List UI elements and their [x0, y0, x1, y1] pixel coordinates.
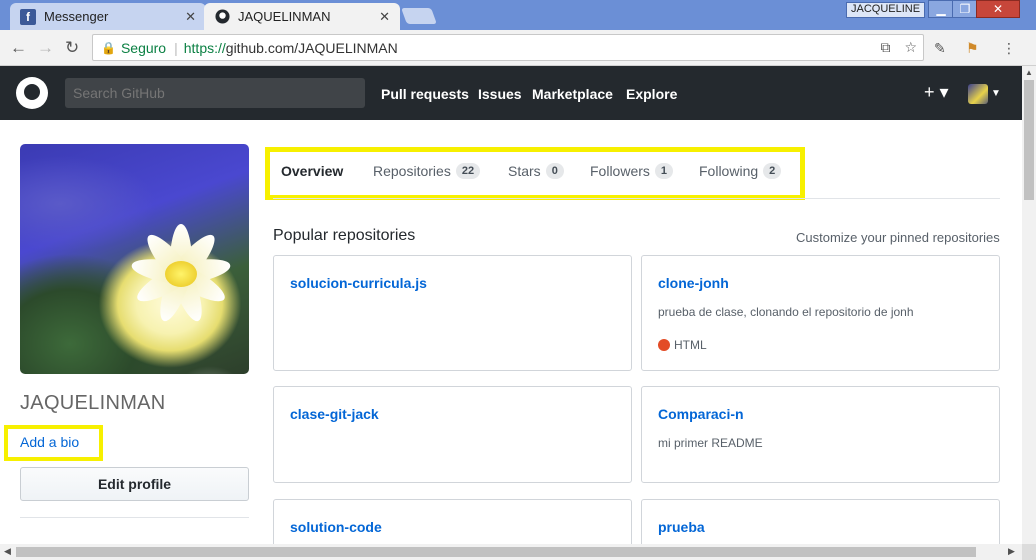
repo-description: mi primer README	[658, 436, 763, 450]
tab-label: Overview	[281, 163, 344, 179]
tab-counter: 2	[763, 163, 782, 179]
github-icon	[214, 9, 230, 25]
tab-counter: 1	[654, 163, 674, 179]
tab-label: Stars	[508, 163, 541, 179]
create-new-dropdown[interactable]: + ▾	[924, 82, 949, 103]
translate-icon[interactable]: ⧉	[881, 39, 891, 55]
bookmark-star-icon[interactable]: ☆	[904, 39, 917, 55]
scroll-right-icon[interactable]: ▶	[1008, 546, 1015, 557]
repo-card: clase-git-jack	[273, 386, 632, 483]
nav-explore[interactable]: Explore	[626, 86, 677, 102]
add-bio-link[interactable]: Add a bio	[20, 434, 79, 450]
github-logo-icon[interactable]	[16, 77, 48, 109]
nav-issues[interactable]: Issues	[478, 86, 522, 102]
tab-repositories[interactable]: Repositories 22	[373, 163, 481, 179]
tab-label: Following	[699, 163, 759, 179]
repo-name-link[interactable]: prueba	[658, 519, 705, 535]
repo-name-link[interactable]: solution-code	[290, 519, 382, 535]
repo-language: HTML	[658, 338, 707, 352]
language-label: HTML	[674, 338, 707, 352]
url-path: github.com/JAQUELINMAN	[225, 39, 398, 56]
close-tab-icon[interactable]: ✕	[379, 9, 390, 25]
browser-tabstrip: f Messenger ✕ JAQUELINMAN ✕ JACQUELINE ▁…	[0, 0, 1036, 30]
vertical-scrollbar[interactable]: ▲	[1022, 66, 1036, 544]
forward-icon[interactable]: →	[37, 38, 54, 58]
tab-label: Followers	[590, 163, 650, 179]
profile-username: JAQUELINMAN	[20, 392, 166, 414]
edit-profile-button[interactable]: Edit profile	[20, 467, 249, 501]
browser-toolbar: ← → ↻ 🔒 Seguro | https://github.com/JAQU…	[0, 30, 1036, 66]
minimize-icon[interactable]: ▁	[928, 0, 954, 18]
repo-card: clone-jonh prueba de clase, clonando el …	[641, 255, 1000, 371]
tab-overview[interactable]: Overview	[281, 163, 343, 179]
repo-description: prueba de clase, clonando el repositorio…	[658, 305, 914, 319]
nav-pull-requests[interactable]: Pull requests	[381, 86, 469, 102]
browser-tab-messenger[interactable]: f Messenger ✕	[10, 3, 206, 30]
language-color-dot	[658, 339, 670, 351]
browser-profile-chip[interactable]: JACQUELINE	[846, 2, 926, 18]
separator: |	[174, 39, 178, 56]
reload-icon[interactable]: ↻	[65, 38, 79, 58]
address-bar[interactable]: 🔒 Seguro | https://github.com/JAQUELINMA…	[92, 34, 924, 61]
divider	[20, 517, 249, 518]
tab-title: Messenger	[44, 9, 109, 24]
tab-label: Repositories	[373, 163, 451, 179]
repo-name-link[interactable]: Comparaci-n	[658, 406, 744, 422]
horizontal-scrollbar[interactable]: ◀ ▶	[0, 544, 1022, 560]
nav-marketplace[interactable]: Marketplace	[532, 86, 613, 102]
search-input[interactable]	[65, 78, 365, 108]
profile-avatar[interactable]	[20, 144, 249, 374]
lock-icon: 🔒	[101, 40, 116, 55]
scroll-up-icon[interactable]: ▲	[1025, 68, 1033, 77]
scroll-left-icon[interactable]: ◀	[4, 546, 11, 557]
lotus-flower-image	[125, 219, 235, 329]
url-scheme: https://	[183, 39, 226, 56]
tabs-divider	[273, 198, 1000, 199]
chevron-down-icon[interactable]: ▼	[991, 88, 1001, 99]
extension-icon[interactable]: ⚑	[966, 40, 979, 57]
repo-card: Comparaci-n mi primer README	[641, 386, 1000, 483]
back-icon[interactable]: ←	[10, 38, 27, 58]
tab-followers[interactable]: Followers 1	[590, 163, 674, 179]
tab-stars[interactable]: Stars 0	[508, 163, 564, 179]
scrollbar-thumb[interactable]	[1024, 80, 1034, 200]
repo-name-link[interactable]: clone-jonh	[658, 275, 729, 291]
scrollbar-thumb[interactable]	[16, 547, 976, 557]
maximize-icon[interactable]: ❐	[952, 0, 978, 18]
tab-title: JAQUELINMAN	[238, 9, 331, 24]
browser-tab-github[interactable]: JAQUELINMAN ✕	[204, 3, 400, 30]
facebook-icon: f	[20, 8, 36, 25]
new-tab-button[interactable]	[401, 8, 437, 24]
tab-counter: 0	[545, 163, 564, 179]
repo-name-link[interactable]: solucion-curricula.js	[290, 275, 427, 291]
customize-pinned-link[interactable]: Customize your pinned repositories	[796, 230, 1000, 245]
tab-counter: 22	[455, 163, 481, 179]
tab-following[interactable]: Following 2	[699, 163, 782, 179]
close-tab-icon[interactable]: ✕	[185, 9, 196, 25]
repo-card: solucion-curricula.js	[273, 255, 632, 371]
close-window-icon[interactable]: ✕	[976, 0, 1020, 18]
github-header: Pull requests Issues Marketplace Explore…	[0, 66, 1022, 120]
eyedropper-extension-icon[interactable]: ✎	[934, 40, 946, 57]
secure-label: Seguro	[120, 39, 167, 56]
popular-repositories-title: Popular repositories	[273, 227, 416, 244]
repo-name-link[interactable]: clase-git-jack	[290, 406, 379, 422]
scrollbar-corner	[1022, 544, 1036, 560]
chrome-menu-icon[interactable]: ⋮	[1002, 40, 1016, 57]
user-avatar[interactable]	[968, 84, 988, 104]
